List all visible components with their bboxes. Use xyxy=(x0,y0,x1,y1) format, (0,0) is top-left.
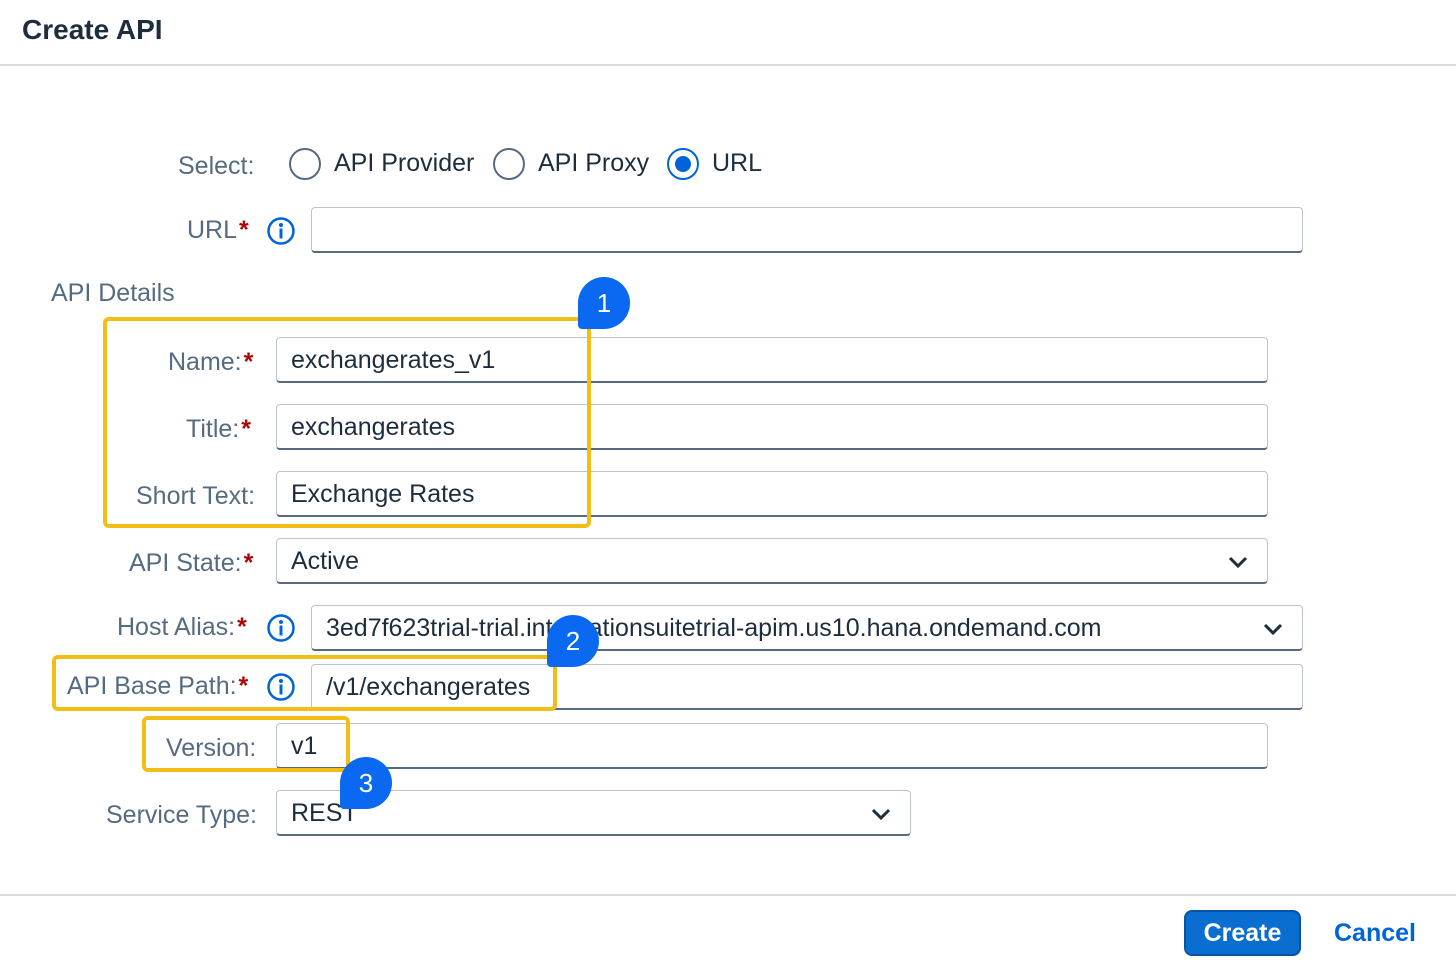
info-icon[interactable] xyxy=(266,216,296,246)
highlight-box-base-path xyxy=(52,655,557,711)
version-input[interactable]: v1 xyxy=(276,723,1268,769)
info-icon[interactable] xyxy=(266,613,296,643)
create-button[interactable]: Create xyxy=(1184,910,1301,956)
host-alias-value: 3ed7f623trial-trial.integrationsuitetria… xyxy=(326,614,1102,642)
callout-badge-1: 1 xyxy=(578,277,630,329)
select-label: Select: xyxy=(178,152,255,180)
radio-label-url[interactable]: URL xyxy=(712,149,762,178)
highlight-box-api-details xyxy=(103,317,591,528)
highlight-box-version xyxy=(142,716,350,772)
radio-url[interactable] xyxy=(667,148,699,180)
api-state-select[interactable]: Active xyxy=(276,538,1268,584)
radio-api-provider[interactable] xyxy=(289,148,321,180)
dialog-header: Create API xyxy=(0,0,1456,66)
chevron-down-icon[interactable] xyxy=(1260,616,1286,642)
required-marker: * xyxy=(239,216,249,244)
host-alias-label: Host Alias:* xyxy=(117,613,247,641)
api-details-heading: API Details xyxy=(51,279,175,307)
callout-badge-3: 3 xyxy=(340,757,392,809)
api-state-label: API State:* xyxy=(129,549,254,577)
dialog-title: Create API xyxy=(22,14,163,45)
callout-badge-2: 2 xyxy=(547,615,599,667)
service-type-label: Service Type: xyxy=(106,801,258,829)
url-input[interactable] xyxy=(311,207,1303,253)
chevron-down-icon[interactable] xyxy=(1225,549,1251,575)
radio-label-api-proxy[interactable]: API Proxy xyxy=(538,149,649,178)
host-alias-select[interactable]: 3ed7f623trial-trial.integrationsuitetria… xyxy=(311,605,1303,651)
cancel-button[interactable]: Cancel xyxy=(1325,910,1425,956)
required-marker: * xyxy=(237,613,247,641)
api-state-value: Active xyxy=(291,547,360,575)
url-label: URL* xyxy=(187,216,249,244)
radio-label-api-provider[interactable]: API Provider xyxy=(334,149,474,178)
chevron-down-icon[interactable] xyxy=(868,801,894,827)
radio-api-proxy[interactable] xyxy=(493,148,525,180)
required-marker: * xyxy=(243,549,254,577)
